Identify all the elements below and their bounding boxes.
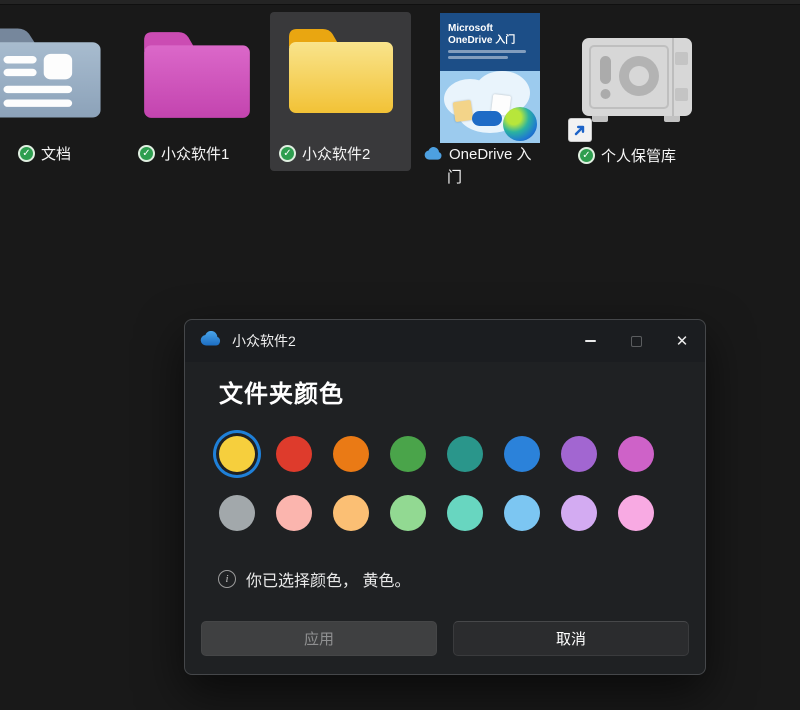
doc-illustration [440, 71, 540, 143]
documents-label[interactable]: ✓ 文档 [18, 143, 71, 164]
cancel-button[interactable]: 取消 [453, 621, 689, 656]
color-swatch[interactable] [618, 436, 654, 472]
selection-info-row: i 你已选择颜色， 黄色。 [218, 567, 410, 591]
selection-info-text: 你已选择颜色， 黄色。 [246, 567, 410, 591]
item-label-text: 门 [447, 166, 462, 187]
color-swatch[interactable] [618, 495, 654, 531]
maximize-icon [631, 336, 642, 347]
personal-vault-label[interactable]: ✓ 个人保管库 [578, 145, 676, 166]
onedrive-doc-label[interactable]: OneDrive 入 [424, 143, 532, 164]
close-button[interactable]: ✕ [659, 320, 705, 362]
minimize-button[interactable] [567, 320, 613, 362]
color-swatch[interactable] [390, 495, 426, 531]
color-swatch[interactable] [333, 436, 369, 472]
onedrive-doc-thumbnail[interactable]: Microsoft OneDrive 入门 [440, 13, 540, 143]
item-label-text: 小众软件2 [302, 143, 370, 164]
minimize-icon [585, 340, 596, 342]
color-swatch-row-1 [219, 436, 654, 472]
color-swatch[interactable] [447, 436, 483, 472]
close-icon: ✕ [676, 334, 689, 349]
dialog-title: 小众软件2 [232, 331, 296, 351]
onedrive-cloud-icon [200, 331, 222, 351]
item-label-text: 个人保管库 [601, 145, 676, 166]
info-icon: i [218, 570, 236, 588]
color-swatch-selected[interactable] [219, 436, 255, 472]
doc-header: Microsoft OneDrive 入门 [440, 13, 540, 59]
color-swatch[interactable] [504, 495, 540, 531]
onedrive-doc-label-line2[interactable]: 门 [447, 166, 462, 187]
pink-folder-label[interactable]: ✓ 小众软件1 [138, 143, 229, 164]
documents-folder-icon[interactable] [0, 20, 110, 126]
doc-title-line1: Microsoft [448, 23, 532, 35]
photo-card [453, 100, 474, 122]
color-swatch[interactable] [561, 436, 597, 472]
doc-text-bar [448, 50, 526, 53]
color-swatch-row-2 [219, 495, 654, 531]
window-controls: ✕ [567, 320, 705, 362]
item-label-text: 小众软件1 [161, 143, 229, 164]
folder-icon [136, 24, 258, 126]
yellow-folder-label[interactable]: ✓ 小众软件2 [279, 143, 370, 164]
color-swatch[interactable] [219, 495, 255, 531]
shortcut-arrow-icon [568, 118, 592, 142]
yellow-folder-icon[interactable] [281, 21, 401, 121]
color-swatch[interactable] [276, 495, 312, 531]
apply-button[interactable]: 应用 [201, 621, 437, 656]
item-label-text: OneDrive 入 [449, 143, 532, 164]
color-swatch[interactable] [561, 495, 597, 531]
sync-check-icon: ✓ [279, 145, 296, 162]
sync-check-icon: ✓ [578, 147, 595, 164]
safe-icon [576, 36, 698, 126]
folder-icon [281, 21, 401, 121]
personal-vault-icon[interactable] [576, 36, 698, 126]
dialog-titlebar[interactable]: 小众软件2 ✕ [185, 320, 705, 362]
maximize-button [613, 320, 659, 362]
color-swatch[interactable] [276, 436, 312, 472]
dialog-heading: 文件夹颜色 [219, 374, 344, 409]
color-swatch[interactable] [333, 495, 369, 531]
folder-icon [0, 20, 110, 126]
color-swatch[interactable] [504, 436, 540, 472]
edge-logo-icon [503, 107, 537, 141]
toolbar-bottom-strip [0, 0, 800, 5]
color-swatch[interactable] [390, 436, 426, 472]
doc-title-line2: OneDrive 入门 [448, 35, 532, 47]
dialog-buttons: 应用 取消 [201, 621, 689, 656]
onedrive-cloud-icon [424, 147, 443, 160]
sync-check-icon: ✓ [138, 145, 155, 162]
onedrive-cloud-shape [472, 111, 502, 126]
item-label-text: 文档 [41, 143, 71, 164]
sync-check-icon: ✓ [18, 145, 35, 162]
doc-text-bar [448, 56, 508, 59]
color-swatch[interactable] [447, 495, 483, 531]
folder-color-dialog: 小众软件2 ✕ 文件夹颜色 i 你已选择颜色， 黄色。 应用 取消 [184, 319, 706, 675]
pink-folder-icon[interactable] [136, 24, 258, 126]
